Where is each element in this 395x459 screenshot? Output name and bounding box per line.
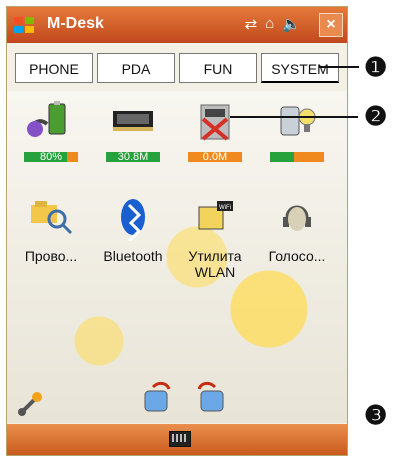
bluetooth-label: Bluetooth [103, 248, 163, 264]
folder-search-icon [31, 201, 73, 235]
storage-card-item[interactable]: 0.0M [181, 99, 249, 163]
storage-card-icon [200, 104, 230, 141]
callout-3: ❸ [364, 400, 388, 430]
bluetooth-icon [121, 199, 145, 243]
taskbar [7, 424, 347, 455]
explorer-item[interactable]: Прово... [17, 195, 85, 280]
m-desk-window: M-Desk ⇄ ⌂ 🔈 × PHONE PDA FUN SYSTEM 80% [6, 6, 348, 456]
tab-fun[interactable]: FUN [179, 53, 257, 83]
explorer-label: Прово... [24, 248, 78, 264]
battery-icon [27, 101, 66, 137]
app-title: M-Desk [47, 15, 104, 32]
keyboard-icon[interactable] [169, 431, 191, 447]
title-bar: M-Desk ⇄ ⌂ 🔈 × [7, 7, 347, 43]
storage-card-meter-text: 0.0M [202, 151, 228, 163]
callout-line-2 [230, 116, 358, 118]
move-right-icon[interactable] [191, 381, 235, 419]
sync-icon[interactable]: ⇄ [245, 15, 258, 33]
memory-item[interactable]: 30.8M [99, 99, 167, 163]
callout-line-1 [319, 66, 359, 68]
battery-meter-text: 80% [39, 151, 63, 163]
system-info-meter [270, 152, 324, 162]
bluetooth-item[interactable]: Bluetooth [99, 195, 167, 280]
wlan-utility-item[interactable]: WiFi Утилита WLAN [181, 195, 249, 280]
tab-pda[interactable]: PDA [97, 53, 175, 83]
system-status-row: 80% 30.8M 0.0M [17, 99, 331, 163]
tab-bar: PHONE PDA FUN SYSTEM [15, 53, 339, 83]
status-icons: ⇄ ⌂ 🔈 [245, 15, 301, 33]
voice-label: Голосо... [268, 248, 326, 264]
battery-item[interactable]: 80% [17, 99, 85, 163]
bottom-tools [15, 381, 347, 421]
tab-system[interactable]: SYSTEM [261, 53, 339, 83]
callout-1: ❶ [364, 52, 388, 82]
storage-card-meter: 0.0M [188, 151, 242, 163]
tools-icon[interactable] [15, 387, 51, 421]
headset-icon [283, 205, 311, 231]
system-info-icon [280, 106, 316, 136]
system-info-item[interactable] [263, 99, 331, 162]
callout-2: ❷ [364, 101, 388, 131]
voice-item[interactable]: Голосо... [263, 195, 331, 280]
move-left-icon[interactable] [133, 381, 177, 419]
connectivity-icon[interactable]: ⌂ [265, 15, 274, 33]
memory-icon [113, 111, 153, 131]
battery-meter: 80% [24, 151, 78, 163]
svg-text:WiFi: WiFi [219, 205, 231, 211]
start-icon[interactable] [13, 14, 35, 36]
close-button[interactable]: × [319, 13, 343, 37]
wlan-utility-label: Утилита WLAN [188, 248, 242, 280]
memory-meter: 30.8M [106, 151, 160, 163]
tab-phone[interactable]: PHONE [15, 53, 93, 83]
system-apps-row: Прово... Bluetooth WiFi Утилита WLAN Гол… [17, 195, 331, 280]
memory-meter-text: 30.8M [117, 151, 149, 163]
volume-icon[interactable]: 🔈 [282, 15, 301, 33]
wlan-utility-icon: WiFi [198, 201, 233, 230]
